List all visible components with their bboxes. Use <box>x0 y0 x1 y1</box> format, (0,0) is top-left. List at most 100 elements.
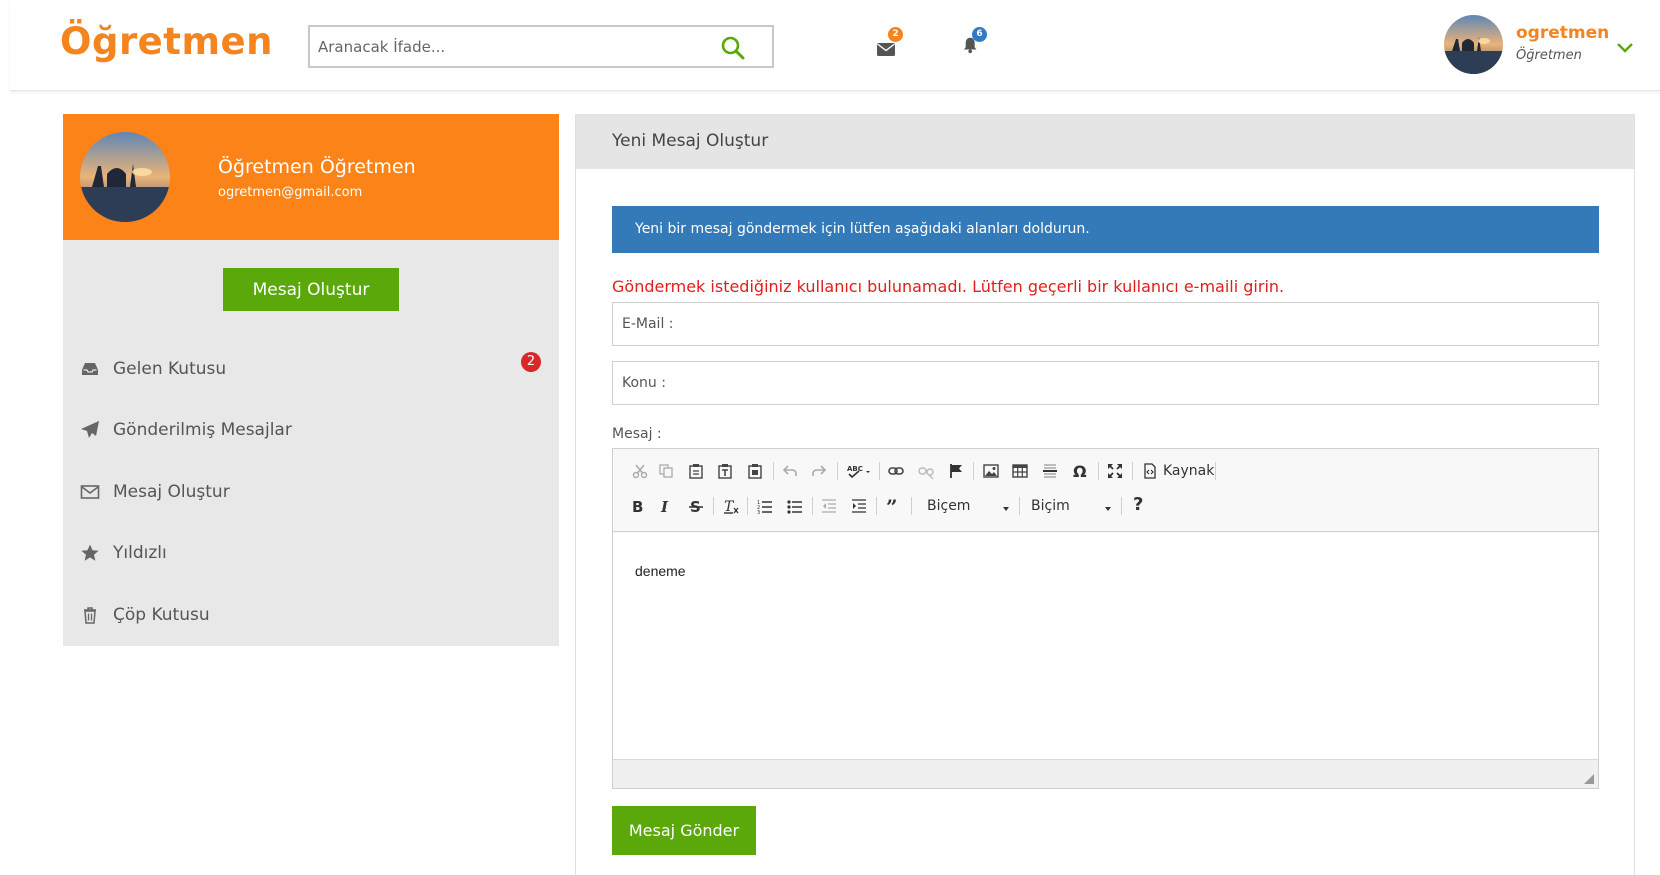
profile-email: ogretmen@gmail.com <box>218 185 363 200</box>
send-message-button[interactable]: Mesaj Gönder <box>612 806 756 855</box>
nav-item-trash[interactable]: Çöp Kutusu <box>63 584 559 646</box>
format-dropdown-label: Biçim <box>1031 498 1070 514</box>
outdent-icon[interactable] <box>818 495 840 517</box>
svg-text:B: B <box>632 498 643 514</box>
toolbar-separator <box>1132 462 1133 480</box>
envelope-outline-icon <box>80 484 100 499</box>
bold-icon[interactable]: B <box>626 495 648 517</box>
inbox-icon <box>82 362 98 375</box>
user-role: Öğretmen <box>1516 48 1582 63</box>
search-icon[interactable] <box>720 35 746 61</box>
trash-icon <box>84 607 96 624</box>
site-logo[interactable]: Öğretmen <box>60 20 273 63</box>
anchor-flag-icon[interactable] <box>945 460 967 482</box>
inbox-count-badge: 2 <box>521 352 541 372</box>
profile-card: Öğretmen Öğretmen ogretmen@gmail.com <box>63 114 559 240</box>
email-label: E-Mail : <box>622 316 674 332</box>
search-box <box>308 25 774 68</box>
nav-label-trash: Çöp Kutusu <box>113 604 210 625</box>
format-dropdown[interactable]: Biçim <box>1031 498 1111 520</box>
email-field[interactable]: E-Mail : <box>612 302 1599 346</box>
sidebar: Öğretmen Öğretmen ogretmen@gmail.com Mes… <box>63 114 559 646</box>
special-char-icon[interactable]: Ω <box>1069 460 1091 482</box>
svg-text:”: ” <box>886 498 898 514</box>
toolbar-separator <box>1019 497 1020 515</box>
toolbar-separator <box>713 497 714 515</box>
spellcheck-icon[interactable]: ABC <box>844 460 874 482</box>
svg-text:Ω: Ω <box>1073 463 1087 479</box>
dropdown-arrow-icon <box>1003 507 1009 511</box>
user-name[interactable]: ogretmen <box>1516 23 1609 43</box>
error-message: Göndermek istediğiniz kullanıcı bulunama… <box>612 277 1285 296</box>
toolbar-separator <box>911 497 912 515</box>
top-header: Öğretmen 2 6 ogretmen Öğretmen <box>10 0 1660 91</box>
svg-text:I: I <box>660 498 669 514</box>
copy-icon[interactable] <box>655 460 677 482</box>
paste-text-icon[interactable] <box>714 460 736 482</box>
info-alert: Yeni bir mesaj göndermek için lütfen aşa… <box>612 206 1599 253</box>
resize-handle-icon[interactable] <box>1584 774 1594 784</box>
nav-label-compose: Mesaj Oluştur <box>113 481 230 502</box>
svg-text:3: 3 <box>757 510 760 514</box>
remove-format-icon[interactable]: T <box>720 495 742 517</box>
nav-label-sent: Gönderilmiş Mesajlar <box>113 420 292 441</box>
italic-icon[interactable]: I <box>654 495 676 517</box>
strikethrough-icon[interactable]: S <box>685 495 707 517</box>
editor-content-area[interactable]: deneme <box>613 533 1598 759</box>
nav-label-starred: Yıldızlı <box>113 543 167 564</box>
dropdown-arrow-icon <box>1105 507 1111 511</box>
profile-avatar <box>80 132 170 222</box>
compose-panel: Yeni Mesaj Oluştur Yeni bir mesaj gönder… <box>575 114 1635 875</box>
paste-icon[interactable] <box>685 460 707 482</box>
svg-text:ABC: ABC <box>847 465 863 473</box>
table-icon[interactable] <box>1009 460 1031 482</box>
bullet-list-icon[interactable] <box>784 495 806 517</box>
blockquote-icon[interactable]: ” <box>883 495 905 517</box>
source-button[interactable]: Kaynak <box>1163 463 1214 479</box>
email-input[interactable] <box>683 311 1583 337</box>
nav-item-inbox[interactable]: Gelen Kutusu 2 <box>63 338 559 400</box>
styles-dropdown[interactable]: Biçem <box>927 498 1009 520</box>
message-label: Mesaj : <box>612 426 662 442</box>
svg-text:S: S <box>690 498 701 514</box>
page-title: Yeni Mesaj Oluştur <box>612 131 769 151</box>
link-icon[interactable] <box>885 460 907 482</box>
panel-header: Yeni Mesaj Oluştur <box>576 115 1634 169</box>
nav-item-starred[interactable]: Yıldızlı <box>63 523 559 585</box>
paste-word-icon[interactable] <box>744 460 766 482</box>
chevron-down-icon[interactable] <box>1616 42 1634 54</box>
image-icon[interactable] <box>980 460 1002 482</box>
unlink-icon[interactable] <box>915 460 937 482</box>
compose-message-button[interactable]: Mesaj Oluştur <box>223 268 399 311</box>
envelope-icon[interactable] <box>876 40 898 58</box>
cut-icon[interactable] <box>629 460 651 482</box>
subject-label: Konu : <box>622 375 666 391</box>
user-avatar[interactable] <box>1444 15 1503 74</box>
nav-item-sent[interactable]: Gönderilmiş Mesajlar <box>63 400 559 462</box>
toolbar-separator <box>1098 462 1099 480</box>
styles-dropdown-label: Biçem <box>927 498 971 514</box>
star-icon <box>81 544 99 561</box>
search-input[interactable] <box>318 36 698 58</box>
indent-icon[interactable] <box>848 495 870 517</box>
numbered-list-icon[interactable]: 123 <box>754 495 776 517</box>
paper-plane-icon <box>81 421 99 439</box>
toolbar-separator <box>837 462 838 480</box>
toolbar-separator <box>1215 462 1216 480</box>
horizontal-line-icon[interactable] <box>1039 460 1061 482</box>
svg-text:T: T <box>724 499 735 514</box>
toolbar-separator <box>876 497 877 515</box>
toolbar-separator <box>879 462 880 480</box>
help-button[interactable]: ? <box>1133 494 1143 515</box>
rich-text-editor: ABC Ω Kaynak B I S T 1 2 3 ” Biçem Biçim… <box>612 448 1599 789</box>
subject-field[interactable]: Konu : <box>612 361 1599 405</box>
editor-content[interactable]: deneme <box>635 563 686 579</box>
source-icon[interactable] <box>1139 460 1161 482</box>
editor-toolbar: ABC Ω Kaynak B I S T 1 2 3 ” Biçem Biçim… <box>613 449 1598 532</box>
subject-input[interactable] <box>683 370 1583 396</box>
toolbar-separator <box>1121 497 1122 515</box>
nav-item-compose[interactable]: Mesaj Oluştur <box>63 461 559 523</box>
maximize-icon[interactable] <box>1104 460 1126 482</box>
redo-icon[interactable] <box>808 460 830 482</box>
undo-icon[interactable] <box>779 460 801 482</box>
